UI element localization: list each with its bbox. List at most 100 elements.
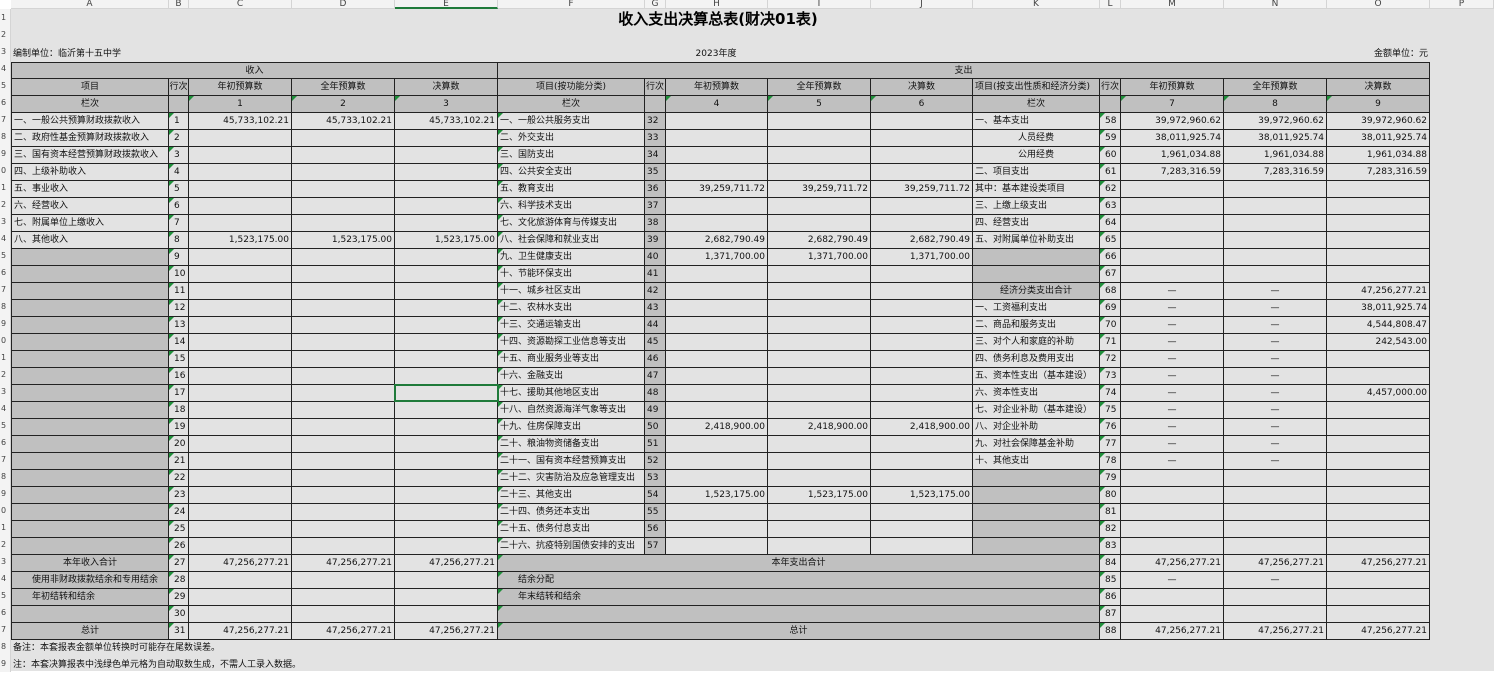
income-row-no[interactable]: 21 xyxy=(169,453,189,470)
econ-item[interactable] xyxy=(973,470,1100,487)
econ-full[interactable] xyxy=(1224,232,1327,249)
row-header[interactable]: 4 xyxy=(0,60,11,77)
econ-item[interactable]: 一、工资福利支出 xyxy=(973,300,1100,317)
income-final[interactable] xyxy=(395,504,498,521)
econ-item[interactable]: 二、商品和服务支出 xyxy=(973,317,1100,334)
econ-item[interactable]: 公用经费 xyxy=(973,147,1100,164)
func-item[interactable]: 十八、自然资源海洋气象等支出 xyxy=(498,402,645,419)
func-item[interactable]: 十三、交通运输支出 xyxy=(498,317,645,334)
func-item[interactable]: 二十四、债务还本支出 xyxy=(498,504,645,521)
func-final[interactable] xyxy=(871,334,973,351)
income-item[interactable]: 七、附属单位上缴收入 xyxy=(11,215,169,232)
func-full[interactable] xyxy=(768,198,871,215)
income-row-no[interactable]: 14 xyxy=(169,334,189,351)
func-item[interactable]: 二十五、债务付息支出 xyxy=(498,521,645,538)
func-item[interactable]: 一、一般公共服务支出 xyxy=(498,113,645,130)
func-initial[interactable] xyxy=(666,436,768,453)
func-final[interactable] xyxy=(871,521,973,538)
income-final[interactable] xyxy=(395,453,498,470)
econ-row-no[interactable]: 66 xyxy=(1100,249,1121,266)
total-income-final[interactable]: 47,256,277.21 xyxy=(395,555,498,572)
income-initial[interactable]: 1,523,175.00 xyxy=(189,232,292,249)
row-header[interactable]: 6 xyxy=(0,434,11,451)
income-final[interactable] xyxy=(395,164,498,181)
func-final[interactable] xyxy=(871,300,973,317)
func-final[interactable] xyxy=(871,130,973,147)
income-final[interactable] xyxy=(395,198,498,215)
income-final[interactable] xyxy=(395,436,498,453)
func-final[interactable] xyxy=(871,215,973,232)
row-header[interactable]: 0 xyxy=(0,502,11,519)
econ-row-no[interactable]: 74 xyxy=(1100,385,1121,402)
row-header[interactable]: 9 xyxy=(0,485,11,502)
func-full[interactable] xyxy=(768,283,871,300)
func-initial[interactable] xyxy=(666,453,768,470)
colnum-blank-3[interactable] xyxy=(1100,96,1121,113)
income-initial[interactable] xyxy=(189,419,292,436)
income-row-no[interactable]: 17 xyxy=(169,385,189,402)
colnum-label[interactable]: 栏次 xyxy=(11,96,169,113)
econ-full[interactable] xyxy=(1224,266,1327,283)
row-header[interactable]: 6 xyxy=(0,94,11,111)
econ-item[interactable] xyxy=(973,249,1100,266)
row-header[interactable]: 3 xyxy=(0,213,11,230)
income-item[interactable]: 八、其他收入 xyxy=(11,232,169,249)
total-income-final[interactable]: 47,256,277.21 xyxy=(395,623,498,640)
func-row-no[interactable]: 51 xyxy=(645,436,666,453)
func-item[interactable]: 二、外交支出 xyxy=(498,130,645,147)
income-initial[interactable] xyxy=(189,147,292,164)
econ-item[interactable]: 五、对附属单位补助支出 xyxy=(973,232,1100,249)
func-item[interactable]: 十、节能环保支出 xyxy=(498,266,645,283)
income-full[interactable] xyxy=(292,283,395,300)
func-initial[interactable]: 2,418,900.00 xyxy=(666,419,768,436)
total-left-label[interactable] xyxy=(11,606,169,623)
total-left-label[interactable]: 总计 xyxy=(11,623,169,640)
econ-initial[interactable]: — xyxy=(1121,453,1224,470)
func-row-no[interactable]: 36 xyxy=(645,181,666,198)
econ-row-no[interactable]: 58 xyxy=(1100,113,1121,130)
income-row-no[interactable]: 1 xyxy=(169,113,189,130)
econ-full[interactable]: 7,283,316.59 xyxy=(1224,164,1327,181)
func-full[interactable] xyxy=(768,436,871,453)
income-item[interactable] xyxy=(11,385,169,402)
income-item[interactable] xyxy=(11,266,169,283)
row-header[interactable]: 5 xyxy=(0,77,11,94)
econ-initial[interactable] xyxy=(1121,198,1224,215)
func-initial[interactable] xyxy=(666,164,768,181)
func-full[interactable] xyxy=(768,504,871,521)
income-initial[interactable] xyxy=(189,334,292,351)
income-item[interactable] xyxy=(11,453,169,470)
income-initial[interactable] xyxy=(189,368,292,385)
row-header[interactable]: 6 xyxy=(0,604,11,621)
total-econ-row-no[interactable]: 84 xyxy=(1100,555,1121,572)
income-row-no[interactable]: 15 xyxy=(169,351,189,368)
total-econ-initial[interactable]: 47,256,277.21 xyxy=(1121,623,1224,640)
income-initial[interactable] xyxy=(189,504,292,521)
column-header-c[interactable]: C xyxy=(189,0,292,9)
func-final[interactable]: 2,418,900.00 xyxy=(871,419,973,436)
income-initial[interactable] xyxy=(189,521,292,538)
econ-final[interactable] xyxy=(1327,198,1430,215)
column-header-g[interactable]: G xyxy=(645,0,666,9)
income-item[interactable] xyxy=(11,368,169,385)
econ-item[interactable]: 人员经费 xyxy=(973,130,1100,147)
income-final[interactable] xyxy=(395,181,498,198)
column-header-b[interactable]: B xyxy=(169,0,189,9)
func-initial[interactable] xyxy=(666,351,768,368)
econ-full[interactable]: — xyxy=(1224,351,1327,368)
func-initial[interactable]: 1,523,175.00 xyxy=(666,487,768,504)
header-full-budget-3[interactable]: 全年预算数 xyxy=(1224,79,1327,96)
econ-full[interactable]: — xyxy=(1224,436,1327,453)
func-item[interactable]: 二十一、国有资本经营预算支出 xyxy=(498,453,645,470)
econ-initial[interactable] xyxy=(1121,232,1224,249)
econ-full[interactable]: — xyxy=(1224,385,1327,402)
income-row-no[interactable]: 18 xyxy=(169,402,189,419)
row-header[interactable]: 6 xyxy=(0,264,11,281)
total-econ-row-no[interactable]: 87 xyxy=(1100,606,1121,623)
income-final[interactable]: 1,523,175.00 xyxy=(395,232,498,249)
total-econ-initial[interactable] xyxy=(1121,606,1224,623)
econ-full[interactable]: — xyxy=(1224,334,1327,351)
total-right-label[interactable] xyxy=(498,606,1100,623)
econ-full[interactable] xyxy=(1224,538,1327,555)
econ-initial[interactable]: — xyxy=(1121,436,1224,453)
